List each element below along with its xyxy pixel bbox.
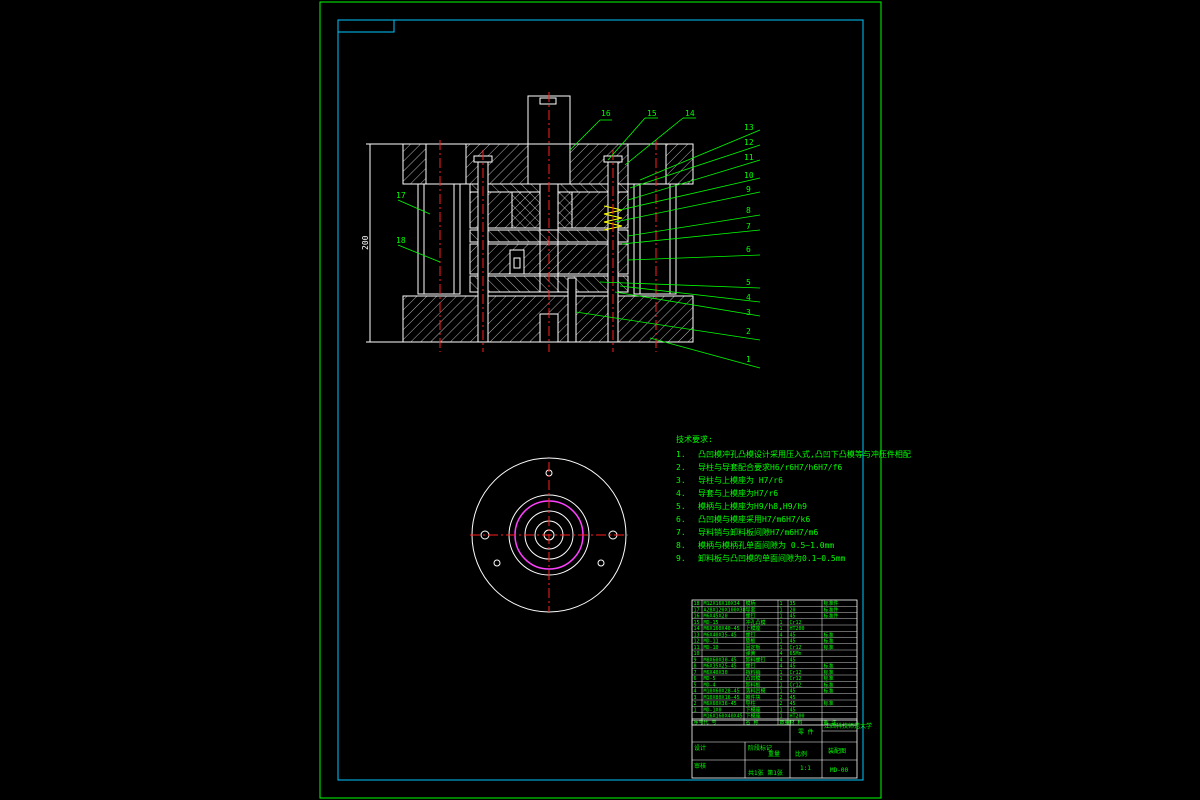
tech-item-7: 导料销与卸料板间隙H7/m6H7/m6 <box>698 527 818 537</box>
tech-item-8: 模柄与模柄孔单面间隙为 0.5~1.0mm <box>698 540 834 550</box>
title-part-label: 零 件 <box>798 728 814 736</box>
bom-cell-desc: 螺钉 <box>746 613 756 620</box>
dimension-label: 200 <box>361 235 370 250</box>
title-sheet: 共1张 第1张 <box>748 769 783 777</box>
tech-num-7: 7. <box>676 528 686 537</box>
part-label-14: 14 <box>685 109 695 118</box>
bom-cell-desc: 推件块 <box>746 694 761 701</box>
bom-cell-note: 标准 <box>824 669 834 676</box>
bill-of-materials: 18 M12X16X10X34 模柄 1 35 标准件17 A28X120X100X38 导套… <box>691 599 858 726</box>
bom-cell-desc: 导套 <box>746 606 756 613</box>
part-label-7: 7 <box>746 222 751 231</box>
title-drawing-no: MD-00 <box>830 767 848 774</box>
tech-num-9: 9. <box>676 554 686 563</box>
title-ratio: 比例 <box>795 750 807 758</box>
part-label-10: 10 <box>744 171 754 180</box>
part-label-15: 15 <box>647 109 657 118</box>
inner-frame <box>337 19 864 781</box>
bom-cell-note: 标准件 <box>824 613 839 620</box>
bom-cell-desc: 卸料螺钉 <box>746 656 766 663</box>
tech-num-6: 6. <box>676 515 686 524</box>
part-label-1: 1 <box>746 355 751 364</box>
bom-cell-desc: 模柄 <box>746 600 756 607</box>
part-label-8: 8 <box>746 206 751 215</box>
title-design: 设计 <box>694 744 706 752</box>
bom-cell-note: 标准 <box>824 675 834 682</box>
bom-cell-note: 标准 <box>824 631 834 638</box>
part-label-3: 3 <box>746 308 751 317</box>
part-label-16: 16 <box>601 109 611 118</box>
part-label-12: 12 <box>744 138 754 147</box>
bom-cell-desc: 螺钉 <box>746 663 756 670</box>
part-label-6: 6 <box>746 245 751 254</box>
cad-drawing-canvas: 16 15 14 13 12 11 10 9 8 7 6 5 4 3 2 1 1… <box>319 1 911 799</box>
bom-cell-note: 标准 <box>824 663 834 670</box>
tech-item-5: 模柄与上模座为H9/h8,H9/h9 <box>698 501 807 511</box>
bom-cell-desc: 下模座 <box>746 713 761 720</box>
bom-cell-desc: 上模座 <box>746 625 761 632</box>
tech-num-5: 5. <box>676 502 686 511</box>
title-school: 江西科技师范大学 <box>824 722 872 730</box>
tech-item-4: 导套与上模座为H7/r6 <box>698 488 778 498</box>
drawing-code-box <box>337 19 395 33</box>
tech-requirements: 技术要求: 1. 凸凹模冲孔凸模设计采用压入式,凸凹下凸模等与冲压件相配 2. … <box>676 434 911 563</box>
bom-cell-note: 标准 <box>824 681 834 688</box>
title-scale: 1:1 <box>800 765 811 772</box>
bom-cell-note: 标准 <box>824 688 834 695</box>
title-block: 零 件 江西科技师范大学 装配图 MD-00 设计 审核 阶段标记 重量 比例 … <box>691 719 872 779</box>
top-view-centerlines <box>470 462 628 612</box>
part-label-13: 13 <box>744 123 754 132</box>
part-label-2: 2 <box>746 327 751 336</box>
bom-cell-desc: 垫板 <box>746 638 756 645</box>
bom-cell-desc: 凸凹模 <box>746 675 761 682</box>
tech-num-2: 2. <box>676 463 686 472</box>
bom-cell-desc: 螺钉 <box>746 631 756 638</box>
title-weight: 重量 <box>768 750 780 758</box>
bom-cell-desc: 冲孔凸模 <box>746 619 766 626</box>
tech-item-3: 导柱与上模座为 H7/r6 <box>698 475 783 485</box>
section-view <box>366 95 694 343</box>
bom-cell-note: 标准 <box>824 644 834 651</box>
part-label-11: 11 <box>744 153 754 162</box>
tech-num-4: 4. <box>676 489 686 498</box>
bom-cell-desc: 导柱 <box>746 700 756 707</box>
part-label-18: 18 <box>396 236 406 245</box>
tech-num-8: 8. <box>676 541 686 550</box>
tech-item-1: 凸凹模冲孔凸模设计采用压入式,凸凹下凸模等与冲压件相配 <box>698 449 911 459</box>
part-label-9: 9 <box>746 185 751 194</box>
tech-item-2: 导柱与导套配合要求H6/r6H7/h6H7/f6 <box>698 462 842 472</box>
part-label-17: 17 <box>396 191 406 200</box>
tech-item-9: 卸料板与凸凹模的单面间隙为0.1~0.5mm <box>698 553 846 563</box>
bom-cell-note: 标准件 <box>824 600 839 607</box>
bom-cell-desc: 挡料销 <box>746 669 761 676</box>
bom-cell-desc: 固定板 <box>746 644 761 651</box>
bom-cell-note: 标准 <box>824 638 834 645</box>
title-drawing-title: 装配图 <box>828 747 846 755</box>
bom-cell-desc: 下模座 <box>746 706 761 713</box>
bom-cell-note: 标准件 <box>824 606 839 613</box>
bom-cell-note: 标准 <box>824 700 834 707</box>
tech-item-6: 凸凹模与模座采用H7/m6H7/k6 <box>698 514 810 524</box>
tech-num-1: 1. <box>676 450 686 459</box>
part-label-4: 4 <box>746 293 751 302</box>
tech-num-3: 3. <box>676 476 686 485</box>
bom-cell-desc: 弹簧 <box>746 650 756 657</box>
bom-cell-desc: 卸料板 <box>746 681 761 688</box>
bom-cell-desc: 落料凹模 <box>746 688 766 695</box>
tech-heading: 技术要求: <box>676 434 713 444</box>
title-check: 审核 <box>694 762 706 770</box>
part-label-5: 5 <box>746 278 751 287</box>
